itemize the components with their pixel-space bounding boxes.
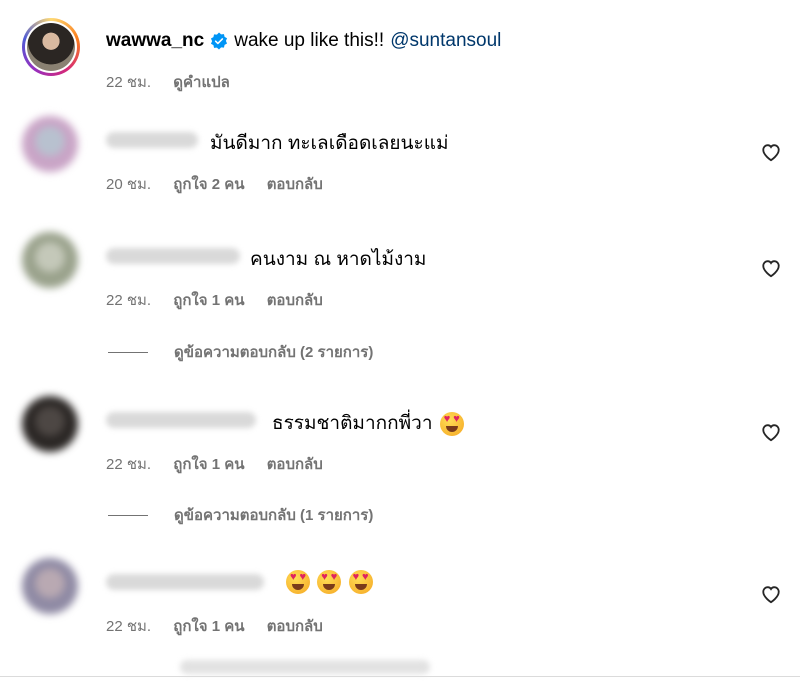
comment-item: คนงาม ณ หาดไม้งาม 22 ชม. ถูกใจ 1 คน ตอบก… bbox=[22, 232, 782, 312]
comment-meta: 20 ชม. ถูกใจ 2 คน ตอบกลับ bbox=[106, 172, 341, 196]
comment-text: มันดีมาก ทะเลเดือดเลยนะแม่ bbox=[210, 133, 449, 154]
view-replies-label: ดูข้อความตอบกลับ (2 รายการ) bbox=[174, 344, 374, 361]
owner-avatar[interactable] bbox=[27, 23, 75, 71]
commenter-username-blurred[interactable] bbox=[106, 248, 240, 264]
comment-likes[interactable]: ถูกใจ 1 คน bbox=[173, 456, 244, 473]
comment-text: ธรรมชาติมากกพี่วา bbox=[272, 408, 464, 438]
comment-time[interactable]: 20 ชม. bbox=[106, 176, 151, 193]
reply-button[interactable]: ตอบกลับ bbox=[267, 456, 323, 473]
comment-item: มันดีมาก ทะเลเดือดเลยนะแม่ 20 ชม. ถูกใจ … bbox=[22, 116, 782, 196]
heart-eyes-emoji-icon bbox=[317, 570, 342, 594]
caption-time[interactable]: 22 ชม. bbox=[106, 74, 151, 91]
reply-button[interactable]: ตอบกลับ bbox=[267, 176, 323, 193]
comment-time[interactable]: 22 ชม. bbox=[106, 456, 151, 473]
caption-mention-link[interactable]: @suntansoul bbox=[390, 30, 501, 52]
divider bbox=[0, 676, 800, 677]
comment-time[interactable]: 22 ชม. bbox=[106, 292, 151, 309]
comment-likes[interactable]: ถูกใจ 1 คน bbox=[173, 292, 244, 309]
commenter-username-blurred[interactable] bbox=[106, 132, 198, 148]
reply-button[interactable]: ตอบกลับ bbox=[267, 292, 323, 309]
verified-badge-icon bbox=[211, 32, 228, 50]
comment-text: คนงาม ณ หาดไม้งาม bbox=[250, 249, 427, 270]
comment-likes[interactable]: ถูกใจ 2 คน bbox=[173, 176, 244, 193]
heart-icon[interactable] bbox=[760, 584, 782, 604]
caption-text: wake up like this!! bbox=[234, 30, 385, 51]
owner-username[interactable]: wawwa_nc bbox=[106, 30, 204, 52]
post-caption: wawwa_nc wake up like this!! @suntansoul… bbox=[22, 18, 782, 98]
caption-line: wawwa_nc wake up like this!! @suntansoul bbox=[106, 30, 501, 52]
heart-icon[interactable] bbox=[760, 142, 782, 162]
translate-link[interactable]: ดูคำแปล bbox=[173, 74, 230, 91]
view-replies-label: ดูข้อความตอบกลับ (1 รายการ) bbox=[174, 507, 374, 524]
story-ring[interactable] bbox=[22, 18, 80, 76]
heart-icon[interactable] bbox=[760, 258, 782, 278]
commenter-avatar[interactable] bbox=[22, 396, 78, 452]
heart-eyes-emoji-icon bbox=[348, 570, 373, 594]
comment-time[interactable]: 22 ชม. bbox=[106, 618, 151, 635]
reply-button[interactable]: ตอบกลับ bbox=[267, 618, 323, 635]
heart-eyes-emoji-icon bbox=[286, 570, 310, 594]
cropped-row-blurred bbox=[180, 660, 430, 674]
commenter-username-blurred[interactable] bbox=[106, 574, 264, 590]
replies-divider bbox=[108, 514, 148, 516]
commenter-avatar[interactable] bbox=[22, 558, 78, 614]
commenter-username-blurred[interactable] bbox=[106, 412, 256, 428]
comment-meta: 22 ชม. ถูกใจ 1 คน ตอบกลับ bbox=[106, 614, 341, 638]
caption-meta: 22 ชม. ดูคำแปล bbox=[106, 70, 248, 94]
comment-item: ธรรมชาติมากกพี่วา 22 ชม. ถูกใจ 1 คน ตอบก… bbox=[22, 396, 782, 476]
view-replies-button[interactable]: ดูข้อความตอบกลับ (2 รายการ) bbox=[108, 340, 373, 364]
view-replies-button[interactable]: ดูข้อความตอบกลับ (1 รายการ) bbox=[108, 503, 373, 527]
heart-icon[interactable] bbox=[760, 422, 782, 442]
comment-emojis bbox=[284, 570, 373, 594]
replies-divider bbox=[108, 351, 148, 353]
comment-likes[interactable]: ถูกใจ 1 คน bbox=[173, 618, 244, 635]
comment-meta: 22 ชม. ถูกใจ 1 คน ตอบกลับ bbox=[106, 452, 341, 476]
comment-item: 22 ชม. ถูกใจ 1 คน ตอบกลับ bbox=[22, 558, 782, 638]
commenter-avatar[interactable] bbox=[22, 232, 78, 288]
commenter-avatar[interactable] bbox=[22, 116, 78, 172]
heart-eyes-emoji-icon bbox=[439, 411, 464, 436]
comment-meta: 22 ชม. ถูกใจ 1 คน ตอบกลับ bbox=[106, 288, 341, 312]
